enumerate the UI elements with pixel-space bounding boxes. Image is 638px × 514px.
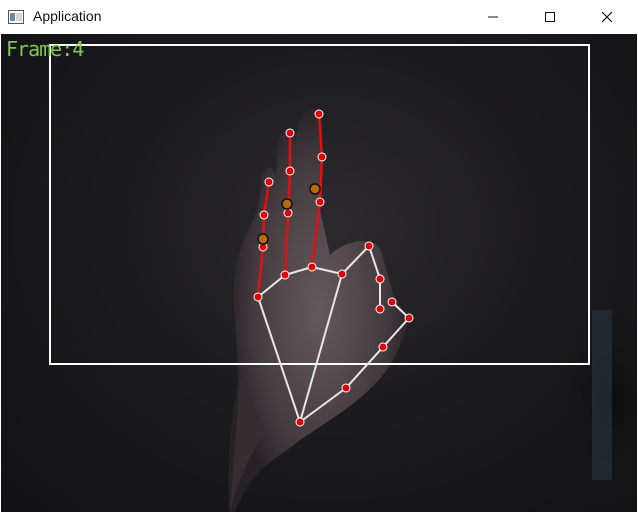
highlight-joint-2 <box>281 198 293 210</box>
landmark-finger-b-3 <box>285 166 295 176</box>
landmark-finger-a-3 <box>259 210 269 220</box>
highlight-joint-1 <box>257 233 269 245</box>
landmark-index-3 <box>375 274 385 284</box>
camera-frame <box>49 44 637 512</box>
landmark-thumb-mcp <box>378 342 388 352</box>
landmark-index-2 <box>364 241 374 251</box>
close-icon <box>601 11 613 23</box>
app-icon <box>8 9 24 24</box>
landmark-finger-b-2 <box>283 208 293 218</box>
minimize-icon <box>488 16 498 18</box>
landmark-finger-a-base <box>253 292 263 302</box>
landmark-index-base <box>337 269 347 279</box>
background-object <box>592 310 612 480</box>
camera-view: Frame:4 <box>1 34 637 512</box>
application-window: Application Frame:4 <box>0 0 638 514</box>
landmark-finger-b-tip <box>285 128 295 138</box>
landmark-thumb-tip <box>387 297 397 307</box>
landmark-finger-a-tip <box>264 177 274 187</box>
landmark-finger-b-base <box>280 270 290 280</box>
landmark-finger-c-base <box>307 262 317 272</box>
title-bar[interactable]: Application <box>0 0 638 34</box>
maximize-icon <box>545 12 555 22</box>
landmark-wrist <box>295 417 305 427</box>
landmark-finger-c-tip <box>314 109 324 119</box>
landmark-finger-c-3 <box>317 152 327 162</box>
highlight-joint-3 <box>309 183 321 195</box>
close-button[interactable] <box>584 0 630 34</box>
landmark-thumb-cmc <box>341 383 351 393</box>
landmark-thumb-ip <box>404 313 414 323</box>
landmark-finger-c-2 <box>315 197 325 207</box>
maximize-button[interactable] <box>527 0 573 34</box>
frame-counter: Frame:4 <box>6 37 84 61</box>
window-title: Application <box>33 8 102 24</box>
minimize-button[interactable] <box>470 0 516 34</box>
landmark-index-tip <box>375 304 385 314</box>
